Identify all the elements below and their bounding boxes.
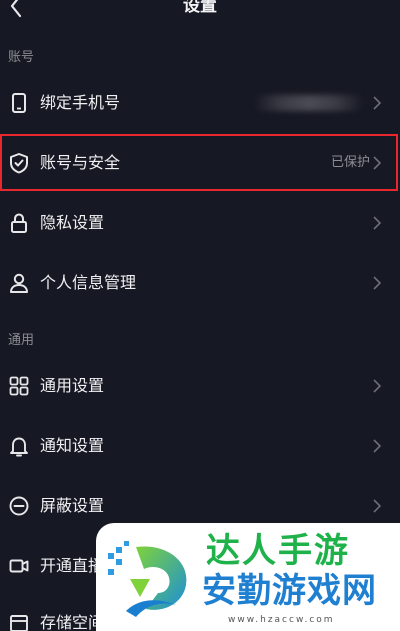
phone-icon — [12, 93, 26, 113]
row-general-settings[interactable]: 通用设置 — [0, 357, 400, 415]
block-icon — [9, 496, 29, 516]
row-label: 开通直播 — [40, 556, 105, 575]
row-personal-info[interactable]: 个人信息管理 — [0, 254, 400, 312]
site-watermark: 达人手游 安勤游戏网 www.hzaccw.com — [96, 523, 400, 631]
storage-icon — [10, 615, 28, 631]
highlight-box — [0, 134, 398, 191]
watermark-brand-top: 达人手游 — [206, 531, 350, 571]
chevron-right-icon — [373, 379, 382, 393]
row-label: 绑定手机号 — [40, 93, 121, 112]
chevron-right-icon — [373, 276, 382, 290]
page-title: 设置 — [183, 0, 217, 16]
row-notification-settings[interactable]: 通知设置 — [0, 417, 400, 475]
row-label: 隐私设置 — [40, 213, 105, 232]
watermark-logo-icon — [108, 541, 187, 617]
chevron-right-icon — [373, 216, 382, 230]
top-bar: 设置 — [0, 0, 400, 22]
watermark-brand: 安勤游戏网 — [202, 571, 377, 611]
section-label-account: 账号 — [8, 50, 35, 65]
redacted-phone-number — [254, 95, 364, 111]
row-label: 个人信息管理 — [40, 273, 137, 292]
lock-icon — [11, 213, 27, 233]
bell-icon — [10, 437, 28, 457]
grid-icon — [9, 376, 29, 396]
section-label-general: 通用 — [8, 333, 35, 348]
chevron-right-icon — [373, 439, 382, 453]
person-icon — [10, 273, 28, 293]
watermark-url: www.hzaccw.com — [228, 615, 335, 625]
row-bind-phone[interactable]: 绑定手机号 — [0, 74, 400, 132]
row-label: 通知设置 — [40, 436, 105, 455]
chevron-right-icon — [373, 96, 382, 110]
video-camera-icon — [9, 559, 29, 573]
chevron-right-icon — [373, 499, 382, 513]
row-privacy-settings[interactable]: 隐私设置 — [0, 194, 400, 252]
row-label: 存储空间 — [40, 613, 105, 631]
row-label: 屏蔽设置 — [40, 496, 105, 515]
row-label: 通用设置 — [40, 376, 105, 395]
